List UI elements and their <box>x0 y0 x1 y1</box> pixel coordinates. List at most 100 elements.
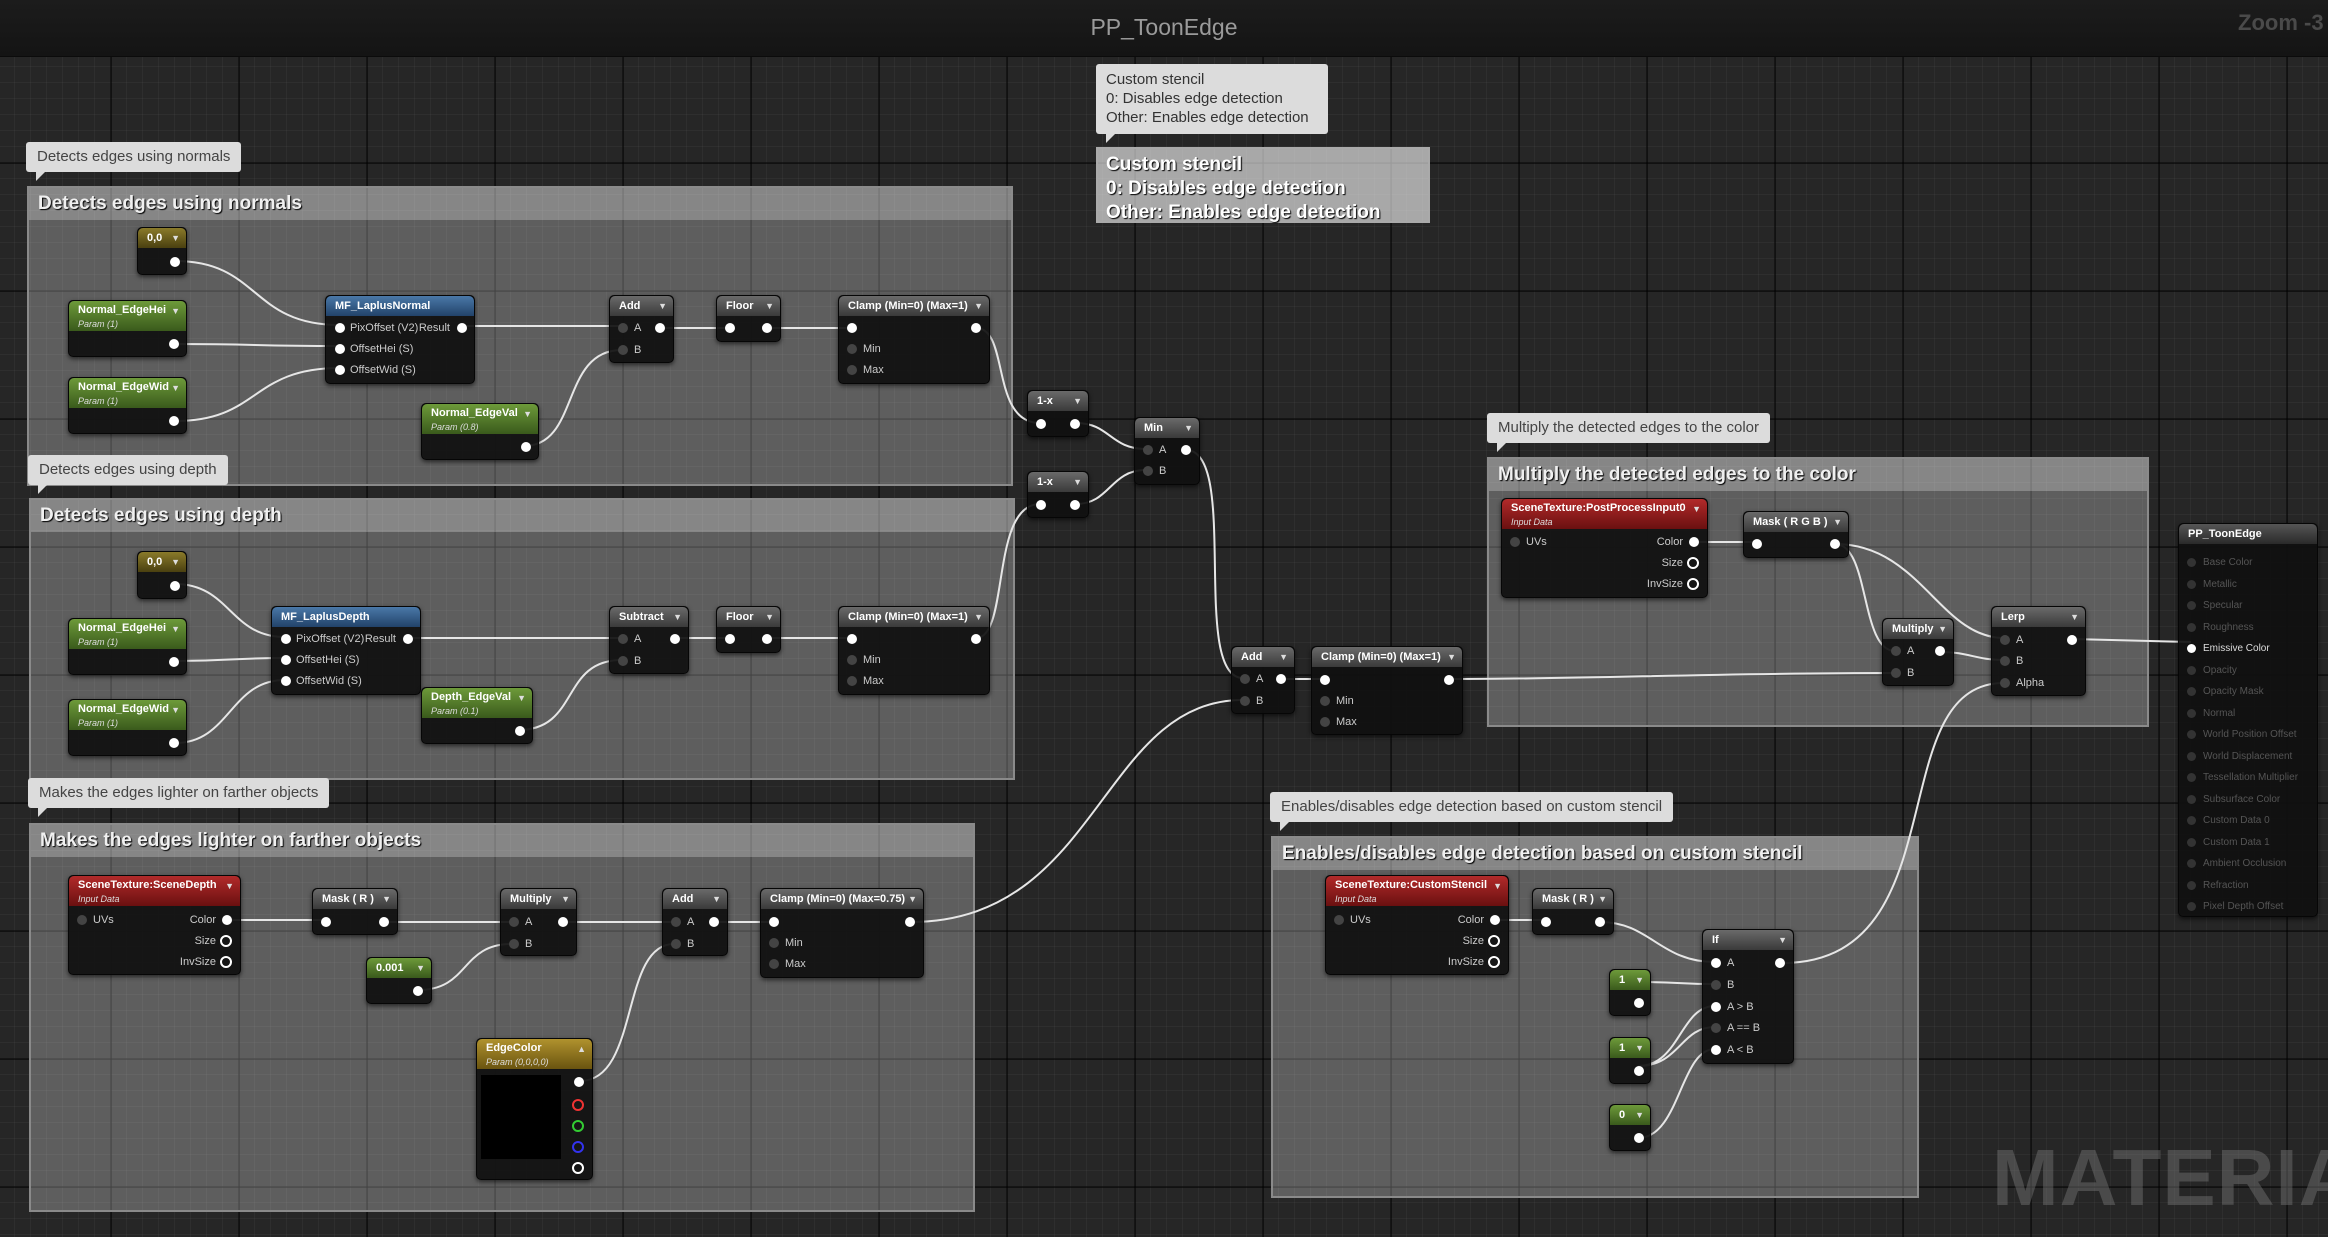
input-pin-a[interactable] <box>618 634 628 644</box>
output-pin[interactable] <box>762 634 772 644</box>
input-pin[interactable] <box>2187 622 2196 632</box>
function-node-mf-laplus-depth[interactable]: MF_LaplusDepth PixOffset (V2) Result Off… <box>271 606 421 695</box>
output-pin-b[interactable] <box>572 1141 584 1153</box>
input-pin[interactable] <box>2187 601 2196 610</box>
function-node-mf-laplus-normal[interactable]: MF_LaplusNormal PixOffset (V2) Result Of… <box>325 295 475 384</box>
chevron-down-icon[interactable]: ▼ <box>1778 935 1787 945</box>
input-pin-max[interactable] <box>847 365 857 375</box>
chevron-down-icon[interactable]: ▼ <box>1073 396 1082 406</box>
constant-node[interactable]: 1 ▼ <box>1609 1037 1651 1084</box>
input-pin[interactable] <box>2187 902 2196 911</box>
input-pin[interactable] <box>2187 816 2196 825</box>
chevron-up-icon[interactable]: ▲ <box>577 1044 586 1054</box>
math-node-subtract[interactable]: Subtract ▼ A B <box>609 606 689 674</box>
input-pin[interactable] <box>725 634 735 644</box>
input-pin[interactable] <box>847 323 857 333</box>
math-node-one-minus[interactable]: 1-x ▼ <box>1027 390 1089 437</box>
chevron-down-icon[interactable]: ▼ <box>673 612 682 622</box>
input-pin-b[interactable] <box>1143 466 1153 476</box>
output-pin[interactable] <box>762 323 772 333</box>
output-pin[interactable] <box>521 442 531 452</box>
scene-texture-node-postprocess[interactable]: SceneTexture:PostProcessInput0 Input Data… <box>1501 498 1708 598</box>
mask-node-r[interactable]: Mask ( R ) ▼ <box>1532 888 1614 935</box>
input-pin-alpha[interactable] <box>2000 678 2010 688</box>
result-input-refraction[interactable]: Refraction <box>2187 880 2249 891</box>
result-input-world-displacement[interactable]: World Displacement <box>2187 751 2292 762</box>
input-pin[interactable] <box>2187 773 2196 782</box>
chevron-down-icon[interactable]: ▼ <box>171 306 180 316</box>
chevron-down-icon[interactable]: ▼ <box>1493 881 1502 891</box>
chevron-down-icon[interactable]: ▼ <box>712 894 721 904</box>
input-pin[interactable] <box>281 655 291 665</box>
output-pin-r[interactable] <box>572 1099 584 1111</box>
input-pin[interactable] <box>335 323 345 333</box>
input-pin-a-eq-b[interactable] <box>1711 1023 1721 1033</box>
output-pin[interactable] <box>2067 635 2077 645</box>
math-node-clamp[interactable]: Clamp (Min=0) (Max=1) ▼ Min Max <box>1311 646 1463 735</box>
chevron-down-icon[interactable]: ▼ <box>2070 612 2079 622</box>
scene-texture-node-customstencil[interactable]: SceneTexture:CustomStencil Input Data ▼ U… <box>1325 875 1509 975</box>
input-pin[interactable] <box>2187 644 2196 653</box>
output-pin[interactable] <box>1634 1066 1644 1076</box>
constant-node[interactable]: 0 ▼ <box>1609 1104 1651 1151</box>
param-node-depth-edgeval[interactable]: Depth_EdgeVal Param (0.1) ▼ <box>421 687 533 744</box>
result-input-pixel-depth-offset[interactable]: Pixel Depth Offset <box>2187 901 2283 912</box>
input-pin-a-gt-b[interactable] <box>1711 1002 1721 1012</box>
output-pin[interactable] <box>457 323 467 333</box>
chevron-down-icon[interactable]: ▼ <box>1598 894 1607 904</box>
input-pin-min[interactable] <box>847 655 857 665</box>
math-node-add[interactable]: Add ▼ A B <box>662 888 728 956</box>
result-input-ambient-occlusion[interactable]: Ambient Occlusion <box>2187 858 2286 869</box>
math-node-clamp[interactable]: Clamp (Min=0) (Max=0.75) ▼ Min Max <box>760 888 924 978</box>
scene-texture-node-scenedepth[interactable]: SceneTexture:SceneDepth Input Data ▼ UVs … <box>68 875 241 975</box>
math-node-floor[interactable]: Floor ▼ <box>716 295 781 342</box>
param-node-normal-edgehei-b[interactable]: Normal_EdgeHei Param (1) ▼ <box>68 618 187 675</box>
output-pin-color[interactable] <box>1689 537 1699 547</box>
chevron-down-icon[interactable]: ▼ <box>908 894 917 904</box>
input-pin-min[interactable] <box>769 938 779 948</box>
input-pin-max[interactable] <box>769 959 779 969</box>
math-node-clamp[interactable]: Clamp (Min=0) (Max=1) ▼ Min Max <box>838 606 990 695</box>
mask-node-r[interactable]: Mask ( R ) ▼ <box>312 888 398 935</box>
output-pin-invsize[interactable] <box>1488 956 1500 968</box>
input-pin[interactable] <box>2187 708 2196 718</box>
result-input-emissive-color[interactable]: Emissive Color <box>2187 643 2270 654</box>
chevron-down-icon[interactable]: ▼ <box>1635 1043 1644 1053</box>
result-input-opacity-mask[interactable]: Opacity Mask <box>2187 686 2264 697</box>
constant-node[interactable]: 0.001 ▼ <box>366 957 432 1004</box>
param-node-normal-edgehei-a[interactable]: Normal_EdgeHei Param (1) ▼ <box>68 300 187 357</box>
input-pin[interactable] <box>769 917 779 927</box>
input-pin-max[interactable] <box>847 676 857 686</box>
output-pin[interactable] <box>1634 1133 1644 1143</box>
input-pin-a[interactable] <box>671 917 681 927</box>
output-pin-size[interactable] <box>1488 935 1500 947</box>
input-pin[interactable] <box>335 344 345 354</box>
output-pin-size[interactable] <box>1687 557 1699 569</box>
input-pin-uvs[interactable] <box>1334 915 1344 925</box>
chevron-down-icon[interactable]: ▼ <box>974 612 983 622</box>
output-pin[interactable] <box>1276 674 1286 684</box>
output-pin-invsize[interactable] <box>1687 578 1699 590</box>
result-input-roughness[interactable]: Roughness <box>2187 622 2254 633</box>
chevron-down-icon[interactable]: ▼ <box>1279 652 1288 662</box>
chevron-down-icon[interactable]: ▼ <box>171 233 180 243</box>
chevron-down-icon[interactable]: ▼ <box>1692 504 1701 514</box>
constant-node[interactable]: 0,0 ▼ <box>137 227 187 275</box>
input-pin-a-lt-b[interactable] <box>1711 1045 1721 1055</box>
input-pin-b[interactable] <box>618 345 628 355</box>
input-pin[interactable] <box>2187 880 2196 890</box>
output-pin[interactable] <box>1070 500 1080 510</box>
chevron-down-icon[interactable]: ▼ <box>1635 1110 1644 1120</box>
output-pin[interactable] <box>1830 539 1840 549</box>
constant-node[interactable]: 1 ▼ <box>1609 969 1651 1016</box>
output-pin[interactable] <box>1775 958 1785 968</box>
param-node-normal-edgewid-a[interactable]: Normal_EdgeWid Param (1) ▼ <box>68 377 187 434</box>
input-pin[interactable] <box>1036 500 1046 510</box>
output-pin-color[interactable] <box>222 915 232 925</box>
result-input-world-position-offset[interactable]: World Position Offset <box>2187 729 2297 740</box>
result-input-tessellation-multiplier[interactable]: Tessellation Multiplier <box>2187 772 2298 783</box>
input-pin-b[interactable] <box>1891 668 1901 678</box>
result-input-subsurface-color[interactable]: Subsurface Color <box>2187 794 2280 805</box>
math-node-multiply[interactable]: Multiply ▼ A B <box>1882 618 1954 686</box>
mask-node-rgb[interactable]: Mask ( R G B ) ▼ <box>1743 511 1849 558</box>
